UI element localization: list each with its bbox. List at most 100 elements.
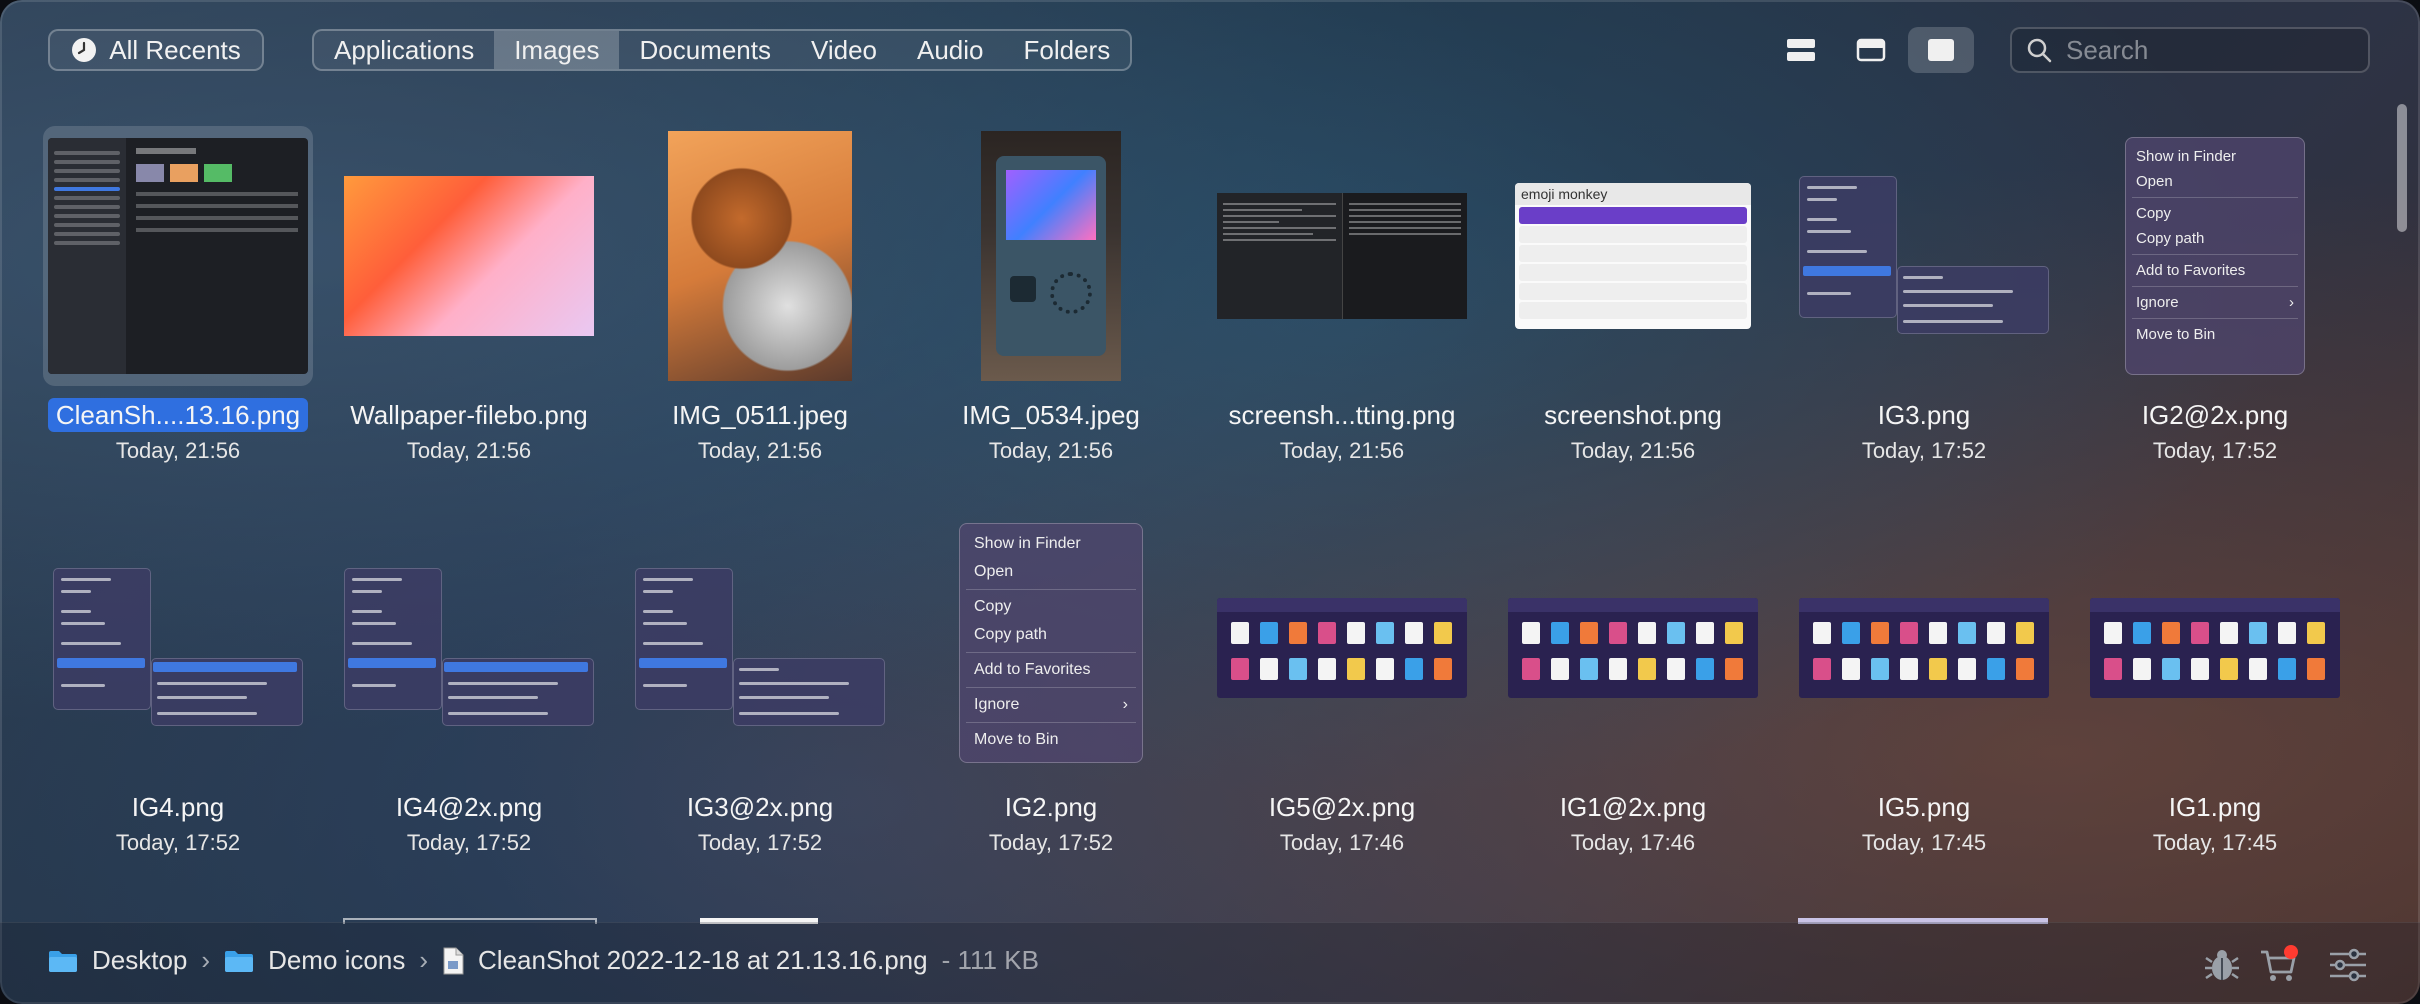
file-tile xyxy=(1434,622,1452,644)
file-item[interactable]: CleanSh....13.16.png Today, 21:56 xyxy=(40,126,316,486)
file-thumbnail xyxy=(1204,518,1480,778)
all-recents-label: All Recents xyxy=(109,34,241,65)
tab-audio[interactable]: Audio xyxy=(897,31,1004,69)
file-item[interactable]: IG5@2x.png Today, 17:46 xyxy=(1204,518,1480,878)
tab-video[interactable]: Video xyxy=(791,31,897,69)
file-name: IG2.png xyxy=(1004,792,1098,822)
file-item[interactable]: IG3@2x.png Today, 17:52 xyxy=(622,518,898,878)
file-name: IG4@2x.png xyxy=(395,792,543,822)
file-date: Today, 17:52 xyxy=(697,830,823,855)
file-thumbnail xyxy=(1786,126,2062,386)
file-item[interactable]: Show in Finder Open Copy Copy path Add t… xyxy=(2077,126,2353,486)
notification-badge xyxy=(2284,945,2298,959)
chevron-right-icon: › xyxy=(419,945,429,975)
file-thumbnail xyxy=(331,518,607,778)
file-item[interactable]: Wallpaper-filebo.png Today, 21:56 xyxy=(331,126,607,486)
file-item[interactable]: emoji monkey screenshot.png Today, 21:56 xyxy=(1495,126,1771,486)
breadcrumb-file[interactable]: CleanShot 2022-12-18 at 21.13.16.png xyxy=(478,945,928,976)
file-tile xyxy=(1289,658,1307,680)
list-view-button[interactable] xyxy=(1768,27,1834,73)
all-recents-button[interactable]: All Recents xyxy=(48,29,264,71)
breadcrumb: Desktop › Demo icons › CleanShot 2022-12… xyxy=(48,945,1039,976)
file-item[interactable]: IG1@2x.png Today, 17:46 xyxy=(1495,518,1771,878)
file-tile xyxy=(1405,622,1423,644)
scrollbar-thumb[interactable] xyxy=(2397,104,2407,232)
file-item[interactable]: IG3.png Today, 17:52 xyxy=(1786,126,2062,486)
tab-folders[interactable]: Folders xyxy=(1004,31,1131,69)
file-item[interactable]: IG1.png Today, 17:45 xyxy=(2077,518,2353,878)
file-date: Today, 21:56 xyxy=(1570,438,1696,463)
file-tile xyxy=(2133,658,2151,680)
file-thumbnail xyxy=(913,126,1189,386)
file-tile xyxy=(2016,658,2034,680)
context-menu-preview xyxy=(53,568,303,728)
file-thumbnail xyxy=(43,126,313,386)
file-thumbnail xyxy=(1786,518,2062,778)
file-tile xyxy=(2220,622,2238,644)
file-tile xyxy=(2104,658,2122,680)
file-date: Today, 21:56 xyxy=(988,438,1114,463)
compact-view-button[interactable] xyxy=(1838,27,1904,73)
file-date: Today, 21:56 xyxy=(1279,438,1405,463)
cart-button[interactable] xyxy=(2256,943,2300,987)
file-tile xyxy=(1522,658,1540,680)
file-tile xyxy=(1289,622,1307,644)
app-grid-preview xyxy=(1799,598,2049,698)
file-tile xyxy=(1376,622,1394,644)
file-tile xyxy=(1638,622,1656,644)
file-name: IG1.png xyxy=(2168,792,2262,822)
search-field[interactable] xyxy=(2010,27,2370,73)
clock-icon xyxy=(72,38,97,62)
bug-report-button[interactable] xyxy=(2200,943,2244,987)
settings-button[interactable] xyxy=(2326,943,2370,987)
file-tile xyxy=(2220,658,2238,680)
app-grid-preview xyxy=(1508,598,1758,698)
file-item[interactable]: IG4@2x.png Today, 17:52 xyxy=(331,518,607,878)
search-icon xyxy=(2027,38,2052,63)
grid-view-button[interactable] xyxy=(1908,27,1974,73)
breadcrumb-desktop[interactable]: Desktop xyxy=(92,945,187,976)
file-name: screenshot.png xyxy=(1544,400,1722,430)
file-tile xyxy=(1813,658,1831,680)
breadcrumb-demo-icons[interactable]: Demo icons xyxy=(268,945,405,976)
file-item[interactable]: IMG_0511.jpeg Today, 21:56 xyxy=(622,126,898,486)
file-thumbnail xyxy=(40,518,316,778)
file-item[interactable]: IMG_0534.jpeg Today, 21:56 xyxy=(913,126,1189,486)
file-name: IG5.png xyxy=(1877,792,1971,822)
file-item[interactable]: IG5.png Today, 17:45 xyxy=(1786,518,2062,878)
menu-item-text: Copy path xyxy=(2136,230,2205,247)
file-tile xyxy=(1231,622,1249,644)
file-name: IG3@2x.png xyxy=(686,792,834,822)
menu-item-text: Copy xyxy=(2136,205,2172,222)
tab-applications[interactable]: Applications xyxy=(314,31,494,69)
file-tile xyxy=(1580,622,1598,644)
file-tile xyxy=(2191,622,2209,644)
menu-item-text: Open xyxy=(974,563,1014,580)
file-thumbnail xyxy=(2077,518,2353,778)
file-date: Today, 17:52 xyxy=(1861,438,1987,463)
app-grid-preview xyxy=(1217,598,1467,698)
file-tile xyxy=(2191,658,2209,680)
file-item[interactable]: screensh...tting.png Today, 21:56 xyxy=(1204,126,1480,486)
tab-images[interactable]: Images xyxy=(494,31,620,69)
file-tile xyxy=(2104,622,2122,644)
search-input[interactable] xyxy=(2064,33,2358,67)
app-window: All Recents Applications Images Document… xyxy=(0,0,2420,1004)
chevron-right-icon: › xyxy=(201,945,211,975)
app-grid-preview xyxy=(2090,598,2340,698)
file-tile xyxy=(1551,622,1569,644)
file-name: IG5@2x.png xyxy=(1268,792,1416,822)
file-name: IG2@2x.png xyxy=(2141,400,2289,430)
file-date: Today, 21:56 xyxy=(115,438,241,463)
file-tile xyxy=(1987,658,2005,680)
file-item[interactable]: Show in Finder Open Copy Copy path Add t… xyxy=(913,518,1189,878)
file-thumbnail xyxy=(622,126,898,386)
file-item[interactable]: IG4.png Today, 17:52 xyxy=(40,518,316,878)
file-date: Today, 17:45 xyxy=(1861,830,1987,855)
menu-item-text: Ignore › xyxy=(974,696,1128,713)
tab-documents[interactable]: Documents xyxy=(619,31,791,69)
file-tile xyxy=(2249,622,2267,644)
menu-item-text: Add to Favorites xyxy=(974,661,1091,678)
file-tile xyxy=(1725,622,1743,644)
list-view-icon xyxy=(1787,39,1815,61)
